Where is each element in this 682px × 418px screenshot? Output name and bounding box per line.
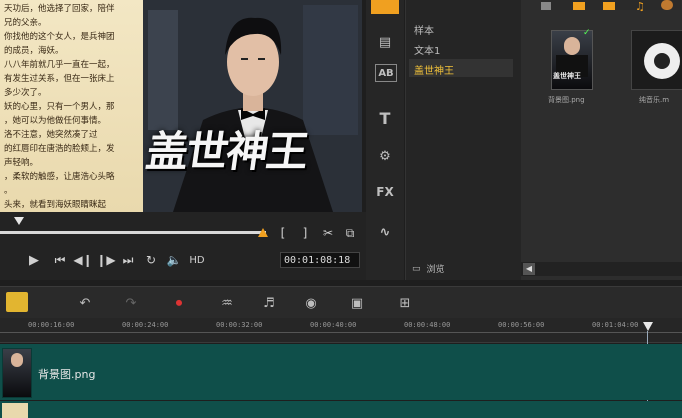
ruler-label: 00:00:24:00 bbox=[122, 321, 169, 329]
path-icon[interactable]: ∿ bbox=[371, 220, 399, 244]
overlay-clip-thumbnail bbox=[2, 403, 28, 418]
scrub-handle[interactable] bbox=[258, 228, 268, 237]
scroll-left-icon[interactable]: ◀ bbox=[523, 263, 535, 275]
story-line: 有发生过关系，但在一张床上 bbox=[4, 74, 115, 84]
story-text-panel: 天功后，他选择了回家，陪伴 兄的父亲。 你找他的这个女人，是兵神团 的成员，海妖… bbox=[0, 0, 143, 212]
media-thumb-audio[interactable] bbox=[631, 30, 682, 90]
filter-icon[interactable]: FX bbox=[371, 180, 399, 204]
ruler-label: 00:00:32:00 bbox=[216, 321, 263, 329]
library-folder-item[interactable]: 样本 bbox=[414, 22, 434, 37]
undo-icon[interactable]: ↶ bbox=[74, 292, 96, 314]
thumb-face bbox=[564, 37, 580, 55]
redo-icon[interactable]: ↷ bbox=[120, 292, 142, 314]
motion-tracking-icon[interactable]: ◉ bbox=[300, 292, 322, 314]
auto-music-icon[interactable]: ♬ bbox=[258, 292, 280, 314]
thumb-title: 盖世神王 bbox=[553, 72, 581, 80]
playhead-handle[interactable] bbox=[643, 322, 653, 331]
media-icon[interactable] bbox=[371, 0, 399, 14]
instant-project-icon[interactable]: ▤ bbox=[371, 30, 399, 54]
story-line: 你找他的这个女人，是兵神团 bbox=[4, 32, 115, 42]
hd-toggle[interactable]: HD bbox=[186, 252, 208, 268]
timeline-ruler[interactable]: 00:00:16:00 00:00:24:00 00:00:32:00 00:0… bbox=[0, 318, 682, 343]
media-thumb-label: 背景图.png bbox=[548, 96, 585, 104]
library-folder-list: 样本 文本1 盖世神王 ▭ 浏览 bbox=[405, 0, 521, 280]
repeat-icon[interactable]: ↻ bbox=[143, 252, 159, 268]
checkmark-icon: ✓ bbox=[583, 28, 591, 38]
ruler-label: 00:00:40:00 bbox=[310, 321, 357, 329]
audio-filter-icon[interactable]: ♫ bbox=[635, 0, 645, 13]
library-category-bar: ▤ AB T ⚙ FX ∿ bbox=[366, 0, 404, 280]
storyboard-view-icon[interactable] bbox=[6, 292, 28, 312]
graphics-icon[interactable]: ⚙ bbox=[371, 144, 399, 168]
end-icon[interactable]: ⏭ bbox=[120, 252, 136, 268]
copy-clip-icon[interactable]: ⧉ bbox=[342, 225, 358, 241]
record-capture-icon[interactable]: ⏺ bbox=[168, 292, 190, 314]
story-line: 兄的父亲。 bbox=[4, 18, 47, 28]
ruler-label: 00:00:56:00 bbox=[498, 321, 545, 329]
media-thumb-label: 纯音乐.m bbox=[639, 96, 670, 104]
story-line: 天功后，他选择了回家，陪伴 bbox=[4, 4, 115, 14]
clip-thumbnail bbox=[2, 348, 32, 398]
story-line: 的红唇印在唐浩的脸颊上，发 bbox=[4, 144, 115, 154]
mark-in-icon[interactable]: [ bbox=[276, 225, 290, 241]
preview-window: 天功后，他选择了回家，陪伴 兄的父亲。 你找他的这个女人，是兵神团 的成员，海妖… bbox=[0, 0, 362, 212]
scissors-icon[interactable]: ✂ bbox=[320, 225, 336, 241]
clip-thumb-face bbox=[11, 353, 23, 367]
ruler-label: 00:00:48:00 bbox=[404, 321, 451, 329]
multicam-icon[interactable]: ⊞ bbox=[394, 292, 416, 314]
clip-label: 背景图.png bbox=[38, 368, 96, 381]
media-thumb-image[interactable]: 盖世神王 bbox=[551, 30, 593, 90]
player-controls bbox=[0, 212, 366, 280]
title-icon[interactable]: T bbox=[371, 106, 399, 130]
video-track[interactable]: 背景图.png bbox=[0, 344, 682, 400]
folder-icon: ▭ bbox=[412, 263, 421, 274]
library-grid: ♫ 盖世神王 ✓ 背景图.png 纯音乐.m ◀ bbox=[521, 0, 682, 280]
poster-figure bbox=[143, 0, 362, 212]
story-line: 。 bbox=[4, 186, 13, 196]
story-line: 妖的心里，只有一个男人，那 bbox=[4, 102, 115, 112]
subtitle-editor-icon[interactable]: ▣ bbox=[346, 292, 368, 314]
poster-title: 盖世神王 bbox=[143, 127, 311, 176]
story-line: 八八年前就几乎一直在一起， bbox=[4, 60, 115, 70]
timecode-display[interactable]: 00:01:08:18 bbox=[280, 252, 360, 268]
image-filter-icon[interactable] bbox=[603, 2, 615, 10]
story-line: 声轻响。 bbox=[4, 158, 39, 168]
story-line: 头来，就看到海妖眼睛眯起 bbox=[4, 200, 107, 210]
story-line: ，柔软的触感，让唐浩心头略 bbox=[4, 172, 115, 182]
play-icon[interactable]: ▶ bbox=[26, 252, 42, 268]
library-folder-item[interactable]: 文本1 bbox=[414, 42, 440, 57]
trim-marker[interactable] bbox=[14, 217, 24, 225]
volume-icon[interactable]: 🔈 bbox=[165, 252, 183, 268]
ruler-label: 00:00:16:00 bbox=[28, 321, 75, 329]
speaker-cone bbox=[654, 53, 670, 69]
scrub-bar[interactable] bbox=[0, 231, 266, 234]
library-folder-item-selected[interactable]: 盖世神王 bbox=[414, 62, 454, 77]
browse-button[interactable]: ▭ 浏览 bbox=[412, 262, 445, 276]
home-icon[interactable]: ⏮ bbox=[52, 252, 68, 268]
ruler-label: 00:01:04:00 bbox=[592, 321, 639, 329]
view-icon[interactable] bbox=[541, 2, 551, 10]
fx-icon[interactable] bbox=[661, 0, 673, 10]
story-line: 洛不注意，她突然凑了过 bbox=[4, 130, 98, 140]
ruler-baseline bbox=[0, 332, 682, 333]
transition-icon[interactable]: AB bbox=[375, 64, 397, 82]
story-line: 的成员，海妖。 bbox=[4, 46, 64, 56]
audio-mixer-icon[interactable]: ♒ bbox=[216, 292, 238, 314]
timeline-toolbar bbox=[0, 286, 682, 321]
mark-out-icon[interactable]: ] bbox=[298, 225, 312, 241]
video-filter-icon[interactable] bbox=[573, 2, 585, 10]
story-line: ，她可以为他做任何事情。 bbox=[4, 116, 107, 126]
library-scrollbar[interactable]: ◀ bbox=[521, 262, 682, 276]
next-frame-icon[interactable]: ❙▶ bbox=[96, 252, 115, 268]
overlay-track[interactable] bbox=[0, 401, 682, 418]
poster-image: 盖世神王 bbox=[143, 0, 362, 212]
previous-frame-icon[interactable]: ◀❙ bbox=[73, 252, 92, 268]
story-line: 多少次了。 bbox=[4, 88, 47, 98]
